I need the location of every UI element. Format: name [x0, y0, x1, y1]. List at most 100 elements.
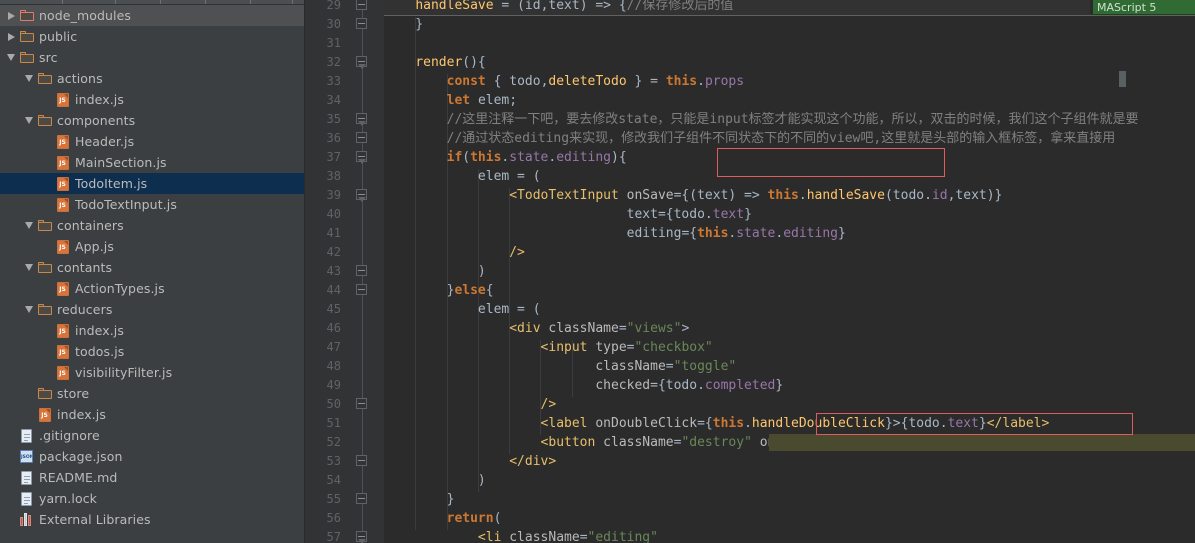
fold-toggle-icon[interactable]	[356, 284, 369, 297]
code-line-55[interactable]: }	[384, 490, 455, 509]
code-line-56[interactable]: return(	[384, 509, 502, 528]
code-line-30[interactable]: }	[384, 15, 423, 34]
tree-item-readme-md[interactable]: README.md	[0, 467, 305, 488]
chevron-right-icon[interactable]	[4, 32, 18, 41]
code-line-47[interactable]: <input type="checkbox"	[384, 338, 713, 357]
tree-item-visibilityfilter-js[interactable]: visibilityFilter.js	[0, 362, 305, 383]
tree-item-containers[interactable]: containers	[0, 215, 305, 236]
tree-item-package-json[interactable]: package.json	[0, 446, 305, 467]
fold-toggle-icon[interactable]	[356, 0, 369, 12]
tree-item-actions[interactable]: actions	[0, 68, 305, 89]
tree-item-yarn-lock[interactable]: yarn.lock	[0, 488, 305, 509]
fold-toggle-icon[interactable]	[356, 56, 369, 69]
folder-icon	[36, 304, 53, 315]
code-line-53[interactable]: </div>	[384, 452, 556, 471]
code-line-41[interactable]: editing={this.state.editing}	[384, 224, 846, 243]
code-line-33[interactable]: const { todo,deleteTodo } = this.props	[384, 72, 744, 91]
chevron-down-icon[interactable]	[22, 117, 36, 124]
editor-gutter[interactable]: 29 30 31 32 33 34 35 36 37 38 39 40 41 42 43 44 45 46 47 48…	[305, 0, 383, 543]
chevron-down-icon[interactable]	[4, 54, 18, 61]
fold-toggle-icon[interactable]	[356, 151, 369, 164]
code-line-46[interactable]: <div className="views">	[384, 319, 689, 338]
code-line-29[interactable]: handleSave = (id,text) => {//保存修改后的值	[384, 0, 733, 15]
line-number: 48	[326, 359, 341, 373]
fold-toggle-icon[interactable]	[356, 132, 369, 145]
tree-item-todoitem-js[interactable]: TodoItem.js	[0, 173, 305, 194]
line-number: 51	[326, 416, 341, 430]
code-line-54[interactable]: )	[384, 471, 486, 490]
chevron-down-icon[interactable]	[22, 306, 36, 313]
fold-toggle-icon[interactable]	[356, 18, 369, 31]
fold-toggle-icon[interactable]	[356, 189, 369, 202]
notification-text: MAScript 5	[1097, 0, 1157, 14]
fold-toggle-icon[interactable]	[356, 531, 369, 543]
tree-item-index-js[interactable]: index.js	[0, 89, 305, 110]
tree-item-store[interactable]: store	[0, 383, 305, 404]
code-line-52[interactable]: <button className="destroy" onClick={() …	[384, 433, 1112, 452]
code-line-36[interactable]: //通过状态editing来实现，修改我们子组件不同状态下的不同的view吧,这…	[384, 129, 1116, 148]
chevron-down-icon[interactable]	[22, 222, 36, 229]
line-number: 47	[326, 340, 341, 354]
fold-toggle-icon[interactable]	[356, 493, 369, 506]
folder-icon	[36, 115, 53, 126]
code-line-34[interactable]: let elem;	[384, 91, 517, 110]
code-line-50[interactable]: />	[384, 395, 557, 414]
chevron-down-icon[interactable]	[22, 75, 36, 82]
code-line-40[interactable]: text={todo.text}	[384, 205, 752, 224]
code-line-35[interactable]: //这里注释一下吧，要去修改state，只能是input标签才能实现这个功能，所…	[384, 110, 1139, 129]
code-line-38[interactable]: elem = (	[384, 167, 541, 186]
chevron-right-icon[interactable]	[4, 11, 18, 20]
code-line-49[interactable]: checked={todo.completed}	[384, 376, 783, 395]
line-number: 50	[326, 397, 341, 411]
tree-item-index-js[interactable]: index.js	[0, 320, 305, 341]
code-line-44[interactable]: }else{	[384, 281, 494, 300]
code-line-42[interactable]: />	[384, 243, 525, 262]
line-number: 39	[326, 188, 341, 202]
code-line-39[interactable]: <TodoTextInput onSave={(text) => this.ha…	[384, 186, 1002, 205]
ecmascript-notification-bar[interactable]: MAScript 5 Add	[1090, 0, 1195, 15]
line-number: 42	[326, 245, 341, 259]
folder-icon	[36, 73, 53, 84]
tree-item-src[interactable]: src	[0, 47, 305, 68]
js-file-icon	[54, 134, 71, 149]
tree-item-components[interactable]: components	[0, 110, 305, 131]
code-editor[interactable]: 29 30 31 32 33 34 35 36 37 38 39 40 41 42 43 44 45 46 47 48…	[305, 0, 1195, 543]
fold-toggle-icon[interactable]	[356, 455, 369, 468]
tree-item-todotextinput-js[interactable]: TodoTextInput.js	[0, 194, 305, 215]
tree-item-mainsection-js[interactable]: MainSection.js	[0, 152, 305, 173]
fold-toggle-icon[interactable]	[356, 398, 369, 411]
tree-item-index-js[interactable]: index.js	[0, 404, 305, 425]
fold-toggle-icon[interactable]	[356, 265, 369, 278]
js-file-icon	[54, 92, 71, 107]
file-tree[interactable]: node_modulespublic src actions index.js comp…	[0, 5, 305, 530]
code-line-43[interactable]: )	[384, 262, 486, 281]
chevron-down-icon[interactable]	[22, 264, 36, 271]
code-line-37[interactable]: if(this.state.editing){	[384, 148, 627, 167]
sidebar-scrollbar[interactable]	[300, 0, 304, 543]
tree-item-actiontypes-js[interactable]: ActionTypes.js	[0, 278, 305, 299]
code-line-32[interactable]: render(){	[384, 53, 485, 72]
tree-item-todos-js[interactable]: todos.js	[0, 341, 305, 362]
code-line-57[interactable]: <li className="editing"	[384, 528, 658, 543]
code-line-45[interactable]: elem = (	[384, 300, 541, 319]
tree-item-public[interactable]: public	[0, 26, 305, 47]
tree-item-node-modules[interactable]: node_modules	[0, 5, 305, 26]
tree-item-contants[interactable]: contants	[0, 257, 305, 278]
js-file-icon	[54, 344, 71, 359]
code-line-48[interactable]: className="toggle"	[384, 357, 736, 376]
folder-icon-red	[18, 10, 35, 21]
tree-item-external-libraries[interactable]: External Libraries	[0, 509, 305, 530]
tree-item-gitignore[interactable]: .gitignore	[0, 425, 305, 446]
project-sidebar[interactable]: node_modulespublic src actions index.js comp…	[0, 0, 305, 543]
code-text-layer[interactable]: handleSave = (id,text) => {//保存修改后的值 } r…	[384, 0, 1195, 543]
tree-item-label: actions	[57, 71, 103, 86]
tree-item-label: contants	[57, 260, 113, 275]
code-line-51[interactable]: <label onDoubleClick={this.handleDoubleC…	[384, 414, 1050, 433]
tree-item-app-js[interactable]: App.js	[0, 236, 305, 257]
tree-item-header-js[interactable]: Header.js	[0, 131, 305, 152]
tree-item-label: App.js	[75, 239, 114, 254]
line-number: 31	[326, 36, 341, 50]
tree-item-reducers[interactable]: reducers	[0, 299, 305, 320]
notification-left-edge	[1090, 0, 1093, 14]
fold-toggle-icon[interactable]	[356, 113, 369, 126]
